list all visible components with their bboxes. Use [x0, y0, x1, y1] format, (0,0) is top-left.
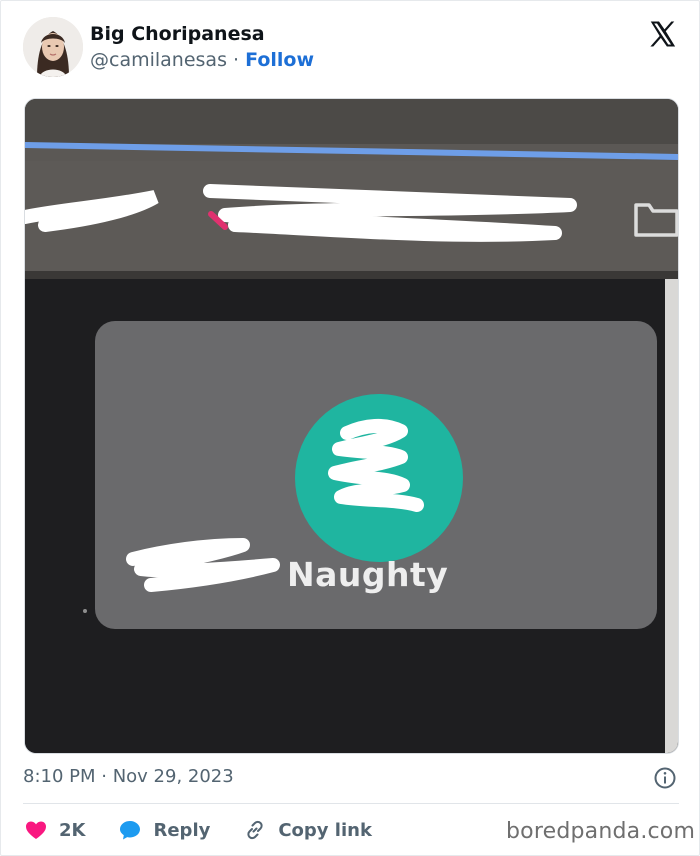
handle[interactable]: @camilanesas [90, 49, 227, 71]
avatar-image [23, 17, 83, 77]
timestamp[interactable]: 8:10 PM · Nov 29, 2023 [23, 766, 234, 787]
tweet-photo[interactable]: Naughty [24, 98, 679, 754]
copy-link-label: Copy link [278, 819, 372, 841]
action-bar: 2K Reply Copy link [23, 813, 404, 847]
heart-icon [23, 817, 49, 843]
avatar[interactable] [23, 17, 83, 77]
x-logo-icon[interactable] [647, 19, 677, 49]
reply-button[interactable]: Reply [117, 817, 210, 843]
like-button[interactable]: 2K [23, 817, 85, 843]
link-icon [242, 817, 268, 843]
display-name[interactable]: Big Choripanesa [90, 23, 265, 45]
speech-bubble-icon [117, 817, 143, 843]
follow-button[interactable]: Follow [245, 49, 314, 71]
separator: · [233, 49, 240, 71]
handle-line: @camilanesas · Follow [90, 49, 314, 71]
info-icon[interactable] [653, 766, 677, 790]
divider [23, 803, 679, 804]
image-caption: Naughty [287, 555, 449, 594]
watermark: boredpanda.com [506, 819, 696, 844]
photo-drawing [25, 99, 678, 753]
like-count: 2K [59, 819, 86, 841]
copy-link-button[interactable]: Copy link [242, 817, 372, 843]
tweet-card: Big Choripanesa @camilanesas · Follow Na… [0, 0, 700, 856]
reply-label: Reply [153, 819, 211, 841]
